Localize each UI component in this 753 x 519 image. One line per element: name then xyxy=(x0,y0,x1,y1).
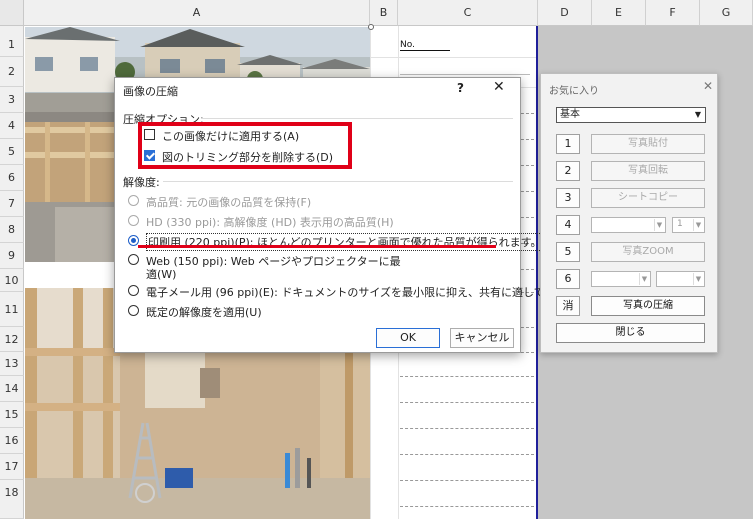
favorites-set-select[interactable]: 基本 ▼ xyxy=(556,107,706,123)
row-header-6[interactable]: 6 xyxy=(0,165,24,191)
paste-photo-button[interactable]: 写真貼付 xyxy=(591,134,705,154)
close-icon[interactable]: ✕ xyxy=(493,79,505,95)
close-icon[interactable]: ✕ xyxy=(703,79,713,93)
row-header-2[interactable]: 2 xyxy=(0,57,24,87)
chevron-down-icon: ▼ xyxy=(694,110,702,119)
dashed-rule xyxy=(400,454,534,455)
resolution-label: 解像度: xyxy=(123,176,160,189)
row-header-18[interactable]: 18 xyxy=(0,480,24,519)
row-header-11[interactable]: 11 xyxy=(0,292,24,327)
cancel-button[interactable]: キャンセル xyxy=(450,328,514,348)
resolution-web-label-line2[interactable]: 適(W) xyxy=(146,266,176,282)
favorites-title: お気に入り xyxy=(549,86,599,97)
dashed-rule xyxy=(400,506,534,507)
favorite-4-count-value: 1 xyxy=(677,219,683,229)
column-header-c[interactable]: C xyxy=(398,0,538,26)
column-header-a[interactable]: A xyxy=(24,0,370,26)
row-header-14[interactable]: 14 xyxy=(0,376,24,402)
favorites-set-value: 基本 xyxy=(560,109,580,120)
resolution-high-fidelity-label: 高品質: 元の画像の品質を保持(F) xyxy=(146,196,312,209)
row-header-12[interactable]: 12 xyxy=(0,327,24,352)
photo-zoom-button[interactable]: 写真ZOOM xyxy=(591,242,705,262)
select-all-corner[interactable] xyxy=(0,0,24,26)
favorite-number-4[interactable]: 4 xyxy=(556,215,580,235)
ok-button[interactable]: OK xyxy=(376,328,440,348)
row-header-9[interactable]: 9 xyxy=(0,243,24,269)
row-header-7[interactable]: 7 xyxy=(0,191,24,217)
column-header-g[interactable]: G xyxy=(700,0,753,26)
group-divider xyxy=(163,181,513,182)
resolution-high-fidelity-radio[interactable] xyxy=(128,195,139,206)
row-header-4[interactable]: 4 xyxy=(0,113,24,139)
dialog-title: 画像の圧縮 xyxy=(123,85,178,98)
resolution-print-label[interactable]: 印刷用 (220 ppi)(P): ほとんどのプリンターと画面で優れた品質が得ら… xyxy=(146,233,544,251)
erase-button[interactable]: 消 xyxy=(556,296,580,316)
row-header-8[interactable]: 8 xyxy=(0,217,24,243)
column-header-f[interactable]: F xyxy=(646,0,700,26)
copy-sheet-button[interactable]: シートコピー xyxy=(591,188,705,208)
chevron-down-icon: ▼ xyxy=(693,219,703,231)
row-header-13[interactable]: 13 xyxy=(0,352,24,376)
chevron-down-icon: ▼ xyxy=(639,273,649,285)
dashed-rule xyxy=(400,402,534,403)
highlight-box-annotation xyxy=(138,122,352,169)
image-selection-handle[interactable] xyxy=(368,24,374,30)
row-header-16[interactable]: 16 xyxy=(0,428,24,454)
favorite-number-1[interactable]: 1 xyxy=(556,134,580,154)
row-header-5[interactable]: 5 xyxy=(0,139,24,165)
dashed-rule xyxy=(400,376,534,377)
resolution-web-label-line1[interactable]: Web (150 ppi): Web ページやプロジェクターに最 xyxy=(146,253,401,269)
dashed-rule xyxy=(400,428,534,429)
cell-rule xyxy=(400,74,530,75)
favorite-4-combo[interactable]: ▼ xyxy=(591,217,666,233)
favorite-number-6[interactable]: 6 xyxy=(556,269,580,289)
row-header-15[interactable]: 15 xyxy=(0,402,24,428)
resolution-default-radio[interactable] xyxy=(128,305,139,316)
page-break-border xyxy=(536,26,538,519)
row-header-10[interactable]: 10 xyxy=(0,269,24,292)
favorite-4-count-combo[interactable]: 1 ▼ xyxy=(672,217,705,233)
resolution-hd-radio[interactable] xyxy=(128,215,139,226)
chevron-down-icon: ▼ xyxy=(654,219,664,231)
row-header-17[interactable]: 17 xyxy=(0,454,24,480)
resolution-email-radio[interactable] xyxy=(128,285,139,296)
compress-pictures-dialog: 画像の圧縮 ? ✕ 圧縮オプション: この画像だけに適用する(A) 図のトリミン… xyxy=(114,77,588,353)
close-panel-button[interactable]: 閉じる xyxy=(556,323,705,343)
resolution-default-label[interactable]: 既定の解像度を適用(U) xyxy=(146,304,262,320)
chevron-down-icon: ▼ xyxy=(693,273,703,285)
favorite-number-5[interactable]: 5 xyxy=(556,242,580,262)
row-header-1[interactable]: 1 xyxy=(0,26,24,57)
group-divider xyxy=(201,118,513,119)
favorite-6-combo-a[interactable]: ▼ xyxy=(591,271,651,287)
help-icon[interactable]: ? xyxy=(457,81,464,95)
rotate-photo-button[interactable]: 写真回転 xyxy=(591,161,705,181)
resolution-hd-label: HD (330 ppi): 高解像度 (HD) 表示用の高品質(H) xyxy=(146,216,394,229)
column-header-b[interactable]: B xyxy=(370,0,398,26)
highlight-underline-annotation xyxy=(138,245,496,248)
resolution-email-label[interactable]: 電子メール用 (96 ppi)(E): ドキュメントのサイズを最小限に抑え、共有… xyxy=(146,284,588,300)
row-header-3[interactable]: 3 xyxy=(0,87,24,113)
gridline xyxy=(370,57,536,58)
favorites-panel: お気に入り ✕ 基本 ▼ 1 写真貼付 2 写真回転 3 シートコピー 4 ▼ … xyxy=(540,73,718,353)
favorite-6-combo-b[interactable]: ▼ xyxy=(656,271,705,287)
favorite-number-2[interactable]: 2 xyxy=(556,161,580,181)
no-label: No. xyxy=(400,40,450,51)
compress-photo-button[interactable]: 写真の圧縮 xyxy=(591,296,705,316)
resolution-web-radio[interactable] xyxy=(128,254,139,265)
column-header-d[interactable]: D xyxy=(538,0,592,26)
favorite-number-3[interactable]: 3 xyxy=(556,188,580,208)
dashed-rule xyxy=(400,480,534,481)
column-header-e[interactable]: E xyxy=(592,0,646,26)
